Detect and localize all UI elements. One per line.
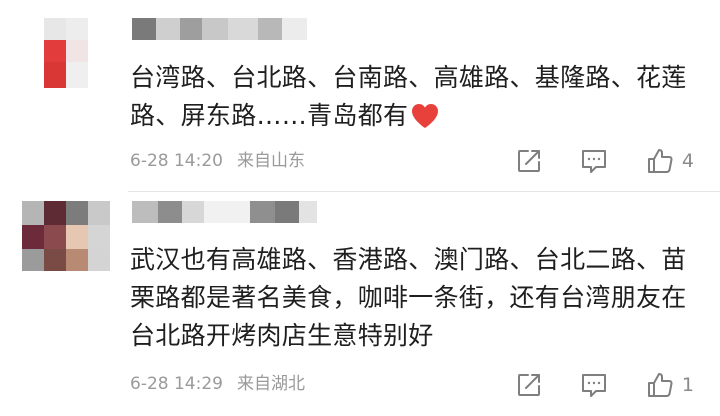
comment-icon <box>580 372 608 398</box>
share-icon <box>516 148 542 174</box>
comment-item: 武汉也有高雄路、香港路、澳门路、台北二路、苗栗路都是著名美食，咖啡一条街，还有台… <box>0 193 720 416</box>
comment-item: 台湾路、台北路、台南路、高雄路、基隆路、花莲路、屏东路……青岛都有 6-28 1… <box>0 0 720 192</box>
comment-timestamp: 6-28 14:29 <box>130 374 223 394</box>
comment-text-content: 台湾路、台北路、台南路、高雄路、基隆路、花莲路、屏东路……青岛都有 <box>130 63 687 130</box>
share-icon <box>516 372 542 398</box>
comment-icon <box>580 148 608 174</box>
thumbs-up-icon <box>646 147 674 175</box>
comment-divider <box>128 191 720 192</box>
like-button[interactable]: 4 <box>646 145 694 177</box>
reply-button[interactable] <box>580 145 608 177</box>
share-button[interactable] <box>516 369 542 401</box>
comment-text: 武汉也有高雄路、香港路、澳门路、台北二路、苗栗路都是著名美食，咖啡一条街，还有台… <box>130 241 705 355</box>
comment-meta: 6-28 14:29 来自湖北 <box>130 373 319 395</box>
share-button[interactable] <box>516 145 542 177</box>
like-count: 4 <box>681 150 694 172</box>
comment-actions: 1 <box>516 369 694 401</box>
reply-button[interactable] <box>580 369 608 401</box>
thumbs-up-icon <box>646 371 674 399</box>
username-blurred[interactable] <box>132 18 307 40</box>
username-blurred[interactable] <box>132 201 317 223</box>
comment-text: 台湾路、台北路、台南路、高雄路、基隆路、花莲路、屏东路……青岛都有 <box>130 59 705 135</box>
comment-location: 来自湖北 <box>236 374 305 394</box>
avatar[interactable] <box>22 18 110 88</box>
comment-actions: 4 <box>516 145 694 177</box>
comment-text-content: 武汉也有高雄路、香港路、澳门路、台北二路、苗栗路都是著名美食，咖啡一条街，还有台… <box>130 245 687 350</box>
comment-timestamp: 6-28 14:20 <box>130 151 223 171</box>
like-button[interactable]: 1 <box>646 369 694 401</box>
comment-meta: 6-28 14:20 来自山东 <box>130 150 319 172</box>
like-count: 1 <box>681 374 694 396</box>
avatar[interactable] <box>22 201 110 271</box>
heart-icon <box>410 102 440 130</box>
comment-location: 来自山东 <box>236 151 305 171</box>
comment-list: 台湾路、台北路、台南路、高雄路、基隆路、花莲路、屏东路……青岛都有 6-28 1… <box>0 0 720 416</box>
